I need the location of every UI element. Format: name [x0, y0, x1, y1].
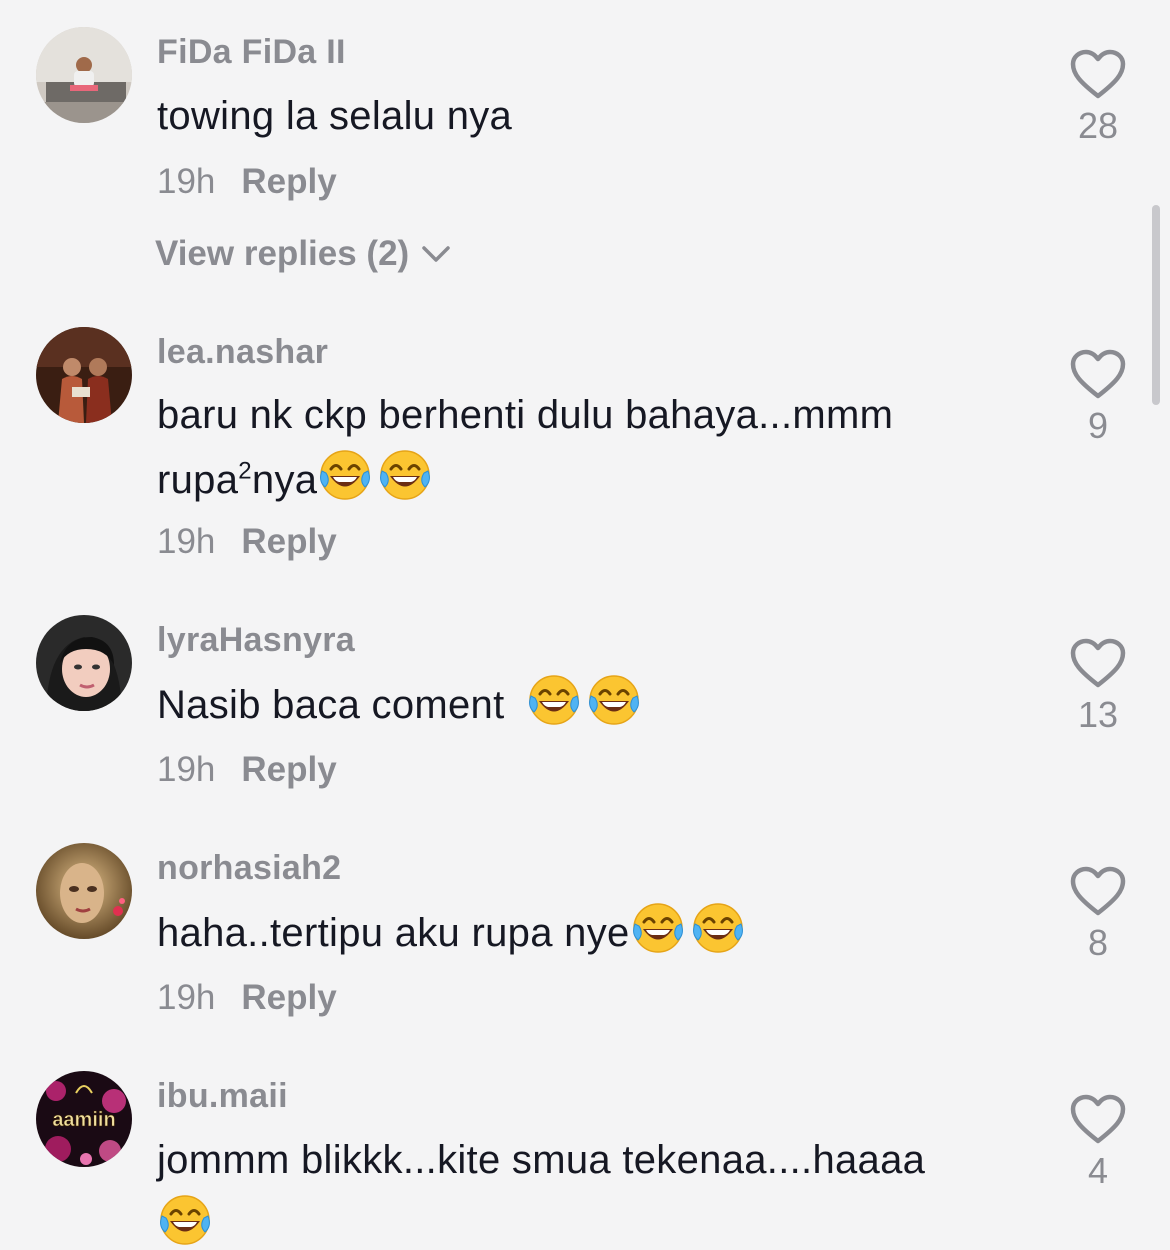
tears-of-joy-emoji	[630, 900, 686, 956]
comment-text-part: Nasib baca coment	[157, 683, 516, 727]
like-count: 8	[1087, 922, 1109, 963]
chevron-down-icon	[422, 246, 450, 262]
avatar[interactable]	[36, 843, 132, 939]
comment-time: 19h	[157, 162, 216, 201]
heart-outline-icon	[1070, 49, 1126, 101]
comment-text-line: baru nk ckp berhenti dulu bahaya...mmm	[157, 393, 894, 437]
comment-meta: 19h Reply	[157, 162, 337, 202]
reply-button[interactable]: Reply	[241, 162, 336, 202]
tears-of-joy-emoji	[690, 900, 746, 956]
avatar[interactable]: aamiin	[36, 1071, 132, 1167]
heart-outline-icon	[1070, 638, 1126, 690]
heart-outline-icon	[1070, 349, 1126, 401]
comments-screen: FiDa FiDa II towing la selalu nya 19h Re…	[0, 0, 1170, 1250]
tears-of-joy-emoji	[317, 447, 373, 503]
comment-time: 19h	[157, 978, 216, 1017]
like-count: 4	[1087, 1150, 1109, 1191]
comment-text-part: rupa	[157, 458, 239, 502]
comment-meta: 19h Reply	[157, 522, 337, 562]
tears-of-joy-emoji	[586, 672, 642, 728]
view-replies-label: View replies (2)	[155, 234, 410, 273]
comment-text-line: jommm blikkk...kite smua tekenaa....haaa…	[157, 1138, 926, 1182]
view-replies-button[interactable]: View replies (2)	[155, 234, 451, 274]
superscript: 2	[238, 457, 252, 485]
scrollbar[interactable]	[1152, 205, 1160, 405]
heart-outline-icon	[1070, 1094, 1126, 1146]
comment-text-part: nya	[251, 458, 318, 502]
comment-time: 19h	[157, 522, 216, 561]
like-button[interactable]: 28	[1068, 49, 1128, 147]
like-button[interactable]: 4	[1068, 1094, 1128, 1192]
like-count: 28	[1077, 105, 1119, 146]
like-count: 13	[1077, 694, 1119, 735]
comment-username[interactable]: lyraHasnyra	[157, 621, 355, 660]
tears-of-joy-emoji	[157, 1192, 213, 1248]
comment-text-part: haha..tertipu aku rupa nye	[157, 911, 630, 955]
avatar[interactable]	[36, 615, 132, 711]
avatar[interactable]	[36, 27, 132, 123]
tears-of-joy-emoji	[377, 447, 433, 503]
comment-username[interactable]: norhasiah2	[157, 849, 341, 888]
like-count: 9	[1087, 405, 1109, 446]
tears-of-joy-emoji	[526, 672, 582, 728]
comment-text: jommm blikkk...kite smua tekenaa....haaa…	[157, 1128, 1017, 1250]
comment-username[interactable]: ibu.maii	[157, 1077, 288, 1116]
reply-button[interactable]: Reply	[241, 750, 336, 790]
like-button[interactable]: 8	[1068, 866, 1128, 964]
svg-text:aamiin: aamiin	[52, 1109, 115, 1131]
comment-text: baru nk ckp berhenti dulu bahaya...mmm r…	[157, 383, 1017, 512]
like-button[interactable]: 9	[1068, 349, 1128, 447]
like-button[interactable]: 13	[1068, 638, 1128, 736]
heart-outline-icon	[1070, 866, 1126, 918]
comment-text: haha..tertipu aku rupa nye	[157, 900, 1017, 965]
comment-text: Nasib baca coment	[157, 672, 1017, 737]
comment-meta: 19h Reply	[157, 978, 337, 1018]
reply-button[interactable]: Reply	[241, 522, 336, 562]
reply-button[interactable]: Reply	[241, 978, 336, 1018]
comment-text-line: rupa2nya	[157, 447, 1017, 512]
comment-username[interactable]: FiDa FiDa II	[157, 33, 346, 72]
comment-username[interactable]: lea.nashar	[157, 333, 328, 372]
comment-meta: 19h Reply	[157, 750, 337, 790]
avatar[interactable]	[36, 327, 132, 423]
comment-time: 19h	[157, 750, 216, 789]
comment-text-line	[157, 1192, 1017, 1250]
comment-text: towing la selalu nya	[157, 94, 513, 138]
